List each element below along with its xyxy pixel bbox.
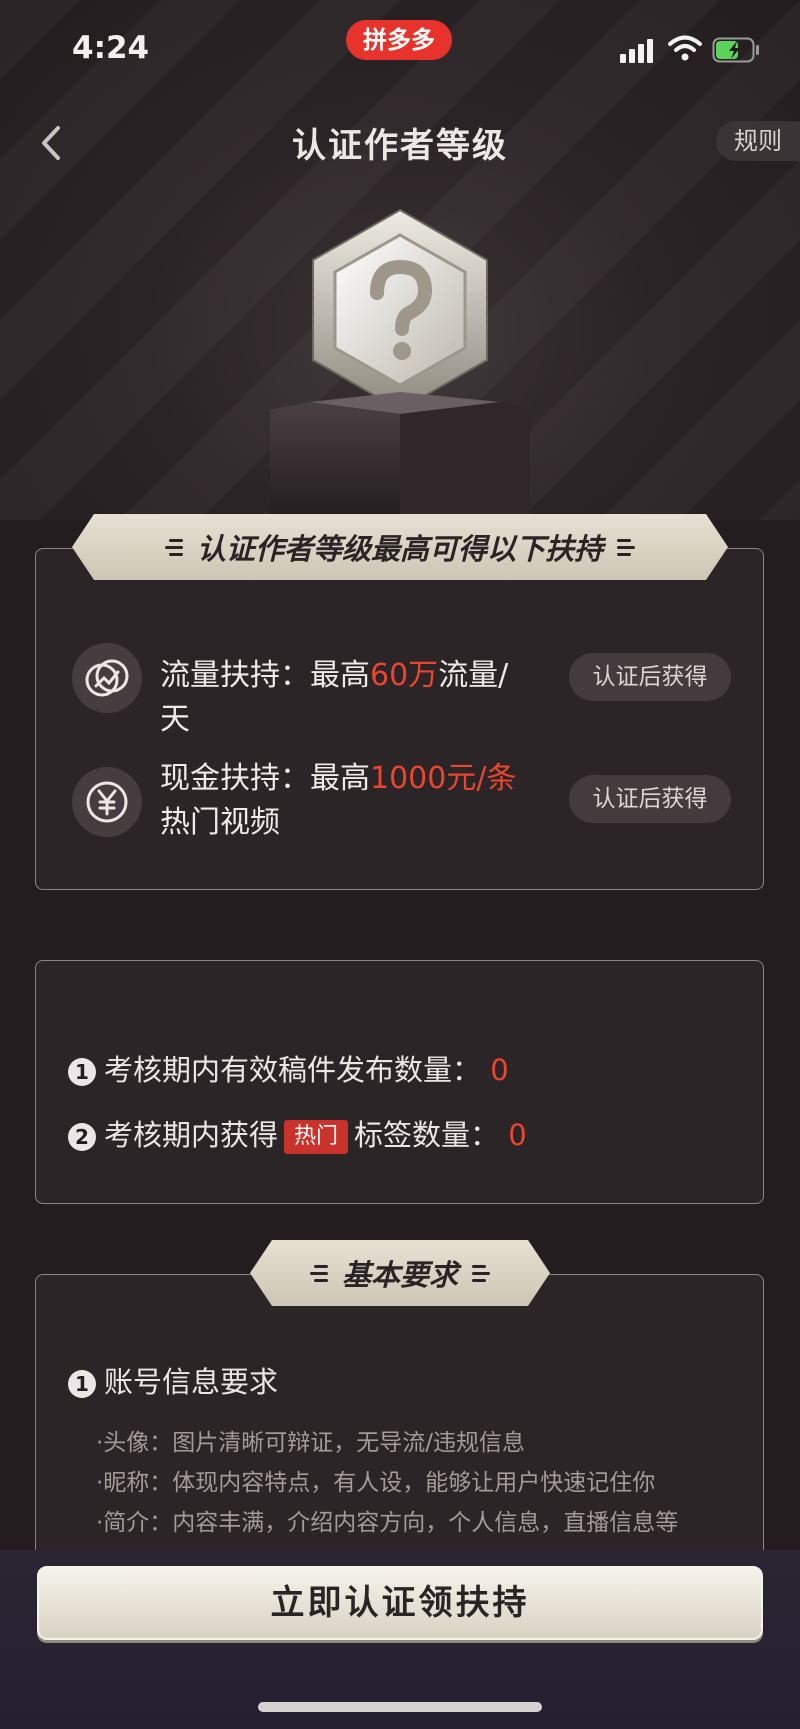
progress-item-hot: 2 考核期内获得 热门 标签数量： 0 [68, 1112, 527, 1154]
requirements-title: 账号信息要求 [104, 1365, 279, 1399]
requirement-avatar: ·头像：图片清晰可辩证，无导流/违规信息 [96, 1430, 526, 1456]
app-badge: 拼多多 [346, 20, 452, 60]
requirement-nickname: ·昵称：体现内容特点，有人设，能够让用户快速记住你 [96, 1470, 656, 1496]
progress-posts-label: 考核期内有效稿件发布数量： [104, 1053, 482, 1087]
status-time: 4:24 [72, 30, 150, 66]
banner-lines-left-icon [310, 1265, 328, 1282]
index-badge-1: 1 [68, 1058, 96, 1086]
status-bar: 4:24 拼多多 [0, 0, 800, 100]
progress-hot-value: 0 [508, 1118, 527, 1152]
support-card: 流量扶持：最高60万流量/天 认证后获得 现金扶持：最高1000元/条热门视频 … [35, 548, 764, 890]
progress-hot-label-before: 考核期内获得 [104, 1118, 279, 1152]
page-title: 认证作者等级 [292, 126, 508, 166]
progress-item-posts: 1 考核期内有效稿件发布数量： 0 [68, 1047, 509, 1089]
question-badge-icon [312, 208, 488, 412]
support-banner: 认证作者等级最高可得以下扶持 [72, 514, 728, 580]
home-indicator [258, 1702, 542, 1712]
progress-card: 1 考核期内有效稿件发布数量： 0 2 考核期内获得 热门 标签数量： 0 [35, 960, 764, 1204]
cash-support-suffix: 热门视频 [160, 805, 280, 840]
banner-lines-right-icon [472, 1265, 490, 1282]
support-banner-title: 认证作者等级最高可得以下扶持 [196, 532, 603, 566]
traffic-support-amount: 60万 [370, 658, 439, 693]
traffic-icon [72, 643, 142, 713]
cash-support-amount: 1000元/条 [370, 761, 517, 796]
badge-pedestal [270, 392, 530, 520]
requirements-heading: 1 账号信息要求 [68, 1359, 278, 1401]
battery-icon [712, 37, 759, 63]
banner-lines-left-icon [165, 539, 183, 556]
index-badge-2: 2 [68, 1123, 96, 1151]
basic-banner-title: 基本要求 [341, 1258, 458, 1292]
rules-button[interactable]: 规则 [716, 121, 800, 161]
hot-tag: 热门 [284, 1120, 349, 1154]
progress-hot-label-after: 标签数量： [354, 1118, 500, 1152]
cash-support-text: 现金扶持：最高1000元/条热门视频 [160, 757, 530, 845]
banner-lines-right-icon [617, 539, 635, 556]
traffic-support-text: 流量扶持：最高60万流量/天 [160, 654, 530, 742]
basic-banner: 基本要求 [250, 1240, 550, 1306]
cash-support-prefix: 现金扶持：最高 [160, 761, 370, 796]
certify-button[interactable]: 立即认证领扶持 [37, 1566, 763, 1640]
progress-posts-value: 0 [490, 1053, 509, 1087]
requirement-bio: ·简介：内容丰满，介绍内容方向，个人信息，直播信息等 [96, 1510, 679, 1536]
wifi-icon [668, 35, 702, 61]
signal-icon [620, 37, 656, 63]
level-badge [305, 205, 495, 415]
index-badge-req: 1 [68, 1370, 96, 1398]
yen-icon [72, 767, 142, 837]
cash-status-pill: 认证后获得 [569, 775, 731, 823]
requirements-card: 1 账号信息要求 ·头像：图片清晰可辩证，无导流/违规信息 ·昵称：体现内容特点，… [35, 1274, 764, 1594]
traffic-support-prefix: 流量扶持：最高 [160, 658, 370, 693]
traffic-status-pill: 认证后获得 [569, 653, 731, 701]
